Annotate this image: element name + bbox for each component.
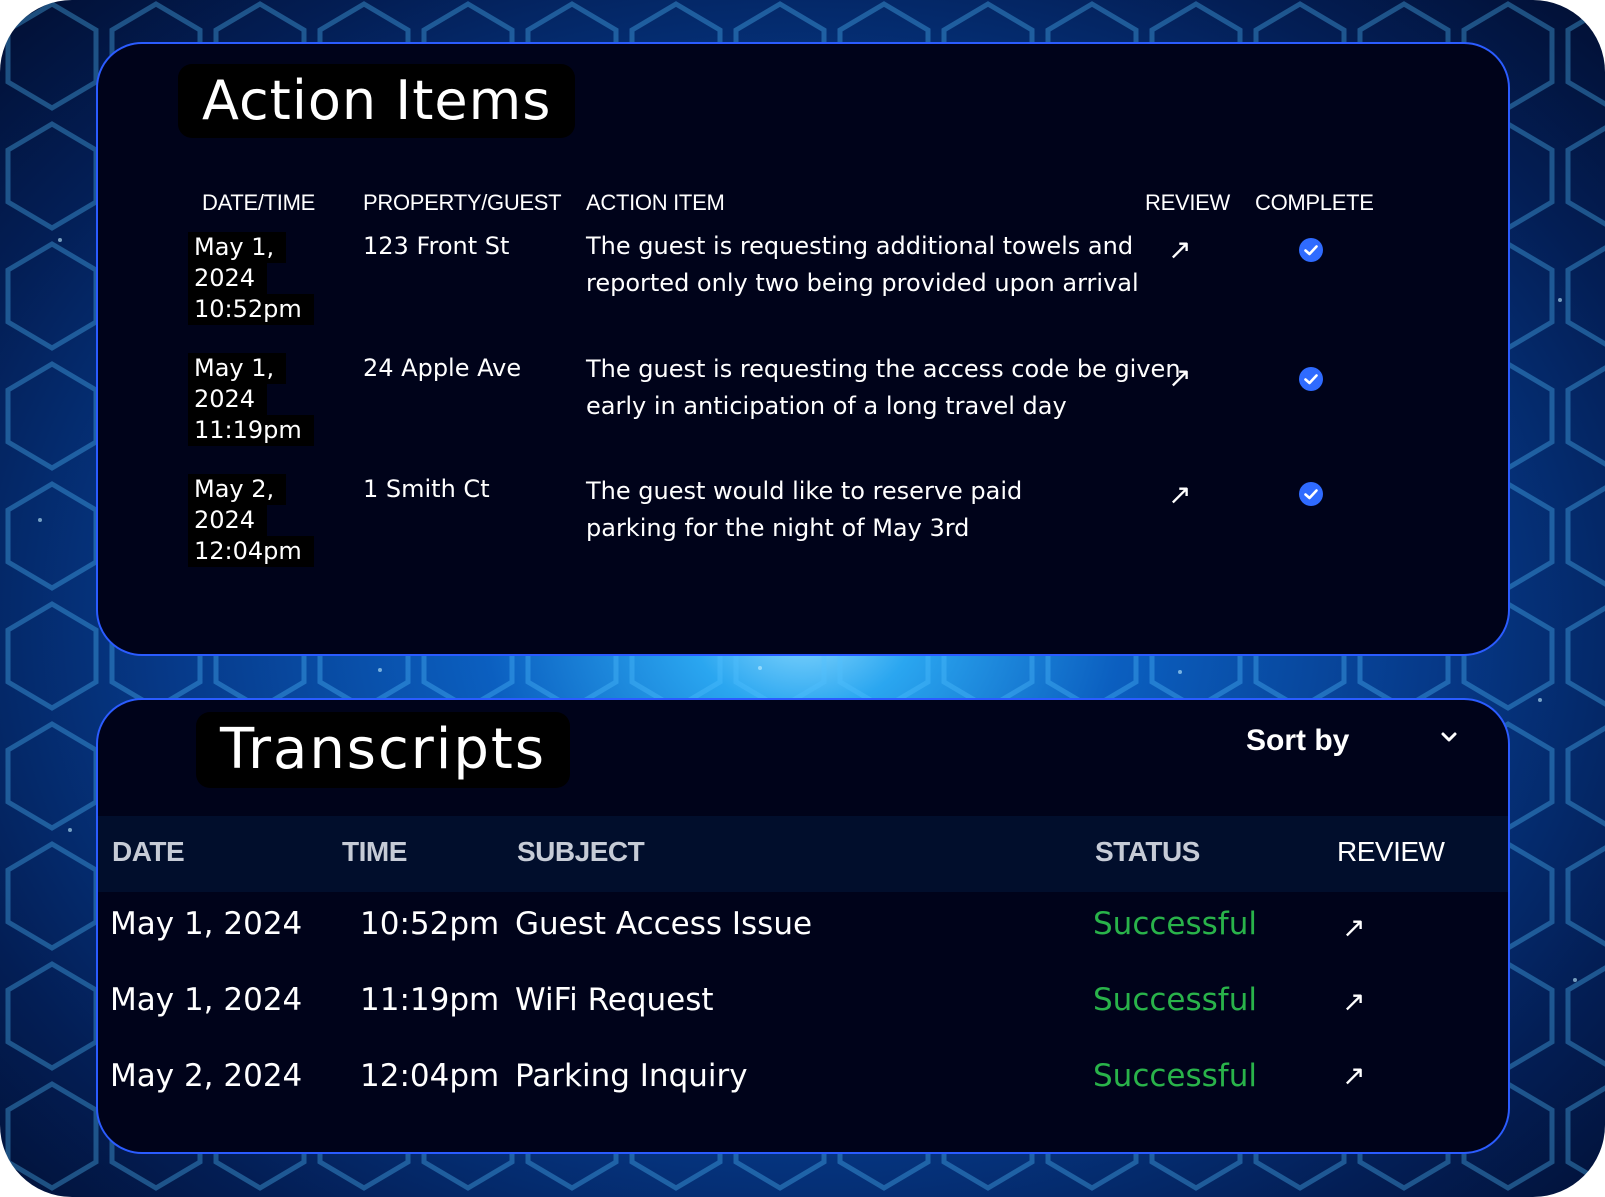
action-items-title: Action Items [178, 64, 576, 138]
column-header-property: PROPERTY/GUEST [363, 190, 562, 215]
action-item-year: 2024 [188, 384, 268, 415]
table-row[interactable]: May 1, 2024 10:52pm Guest Access Issue S… [98, 892, 1508, 968]
sort-by-dropdown[interactable]: Sort by [1246, 724, 1349, 758]
transcript-time: 10:52pm [360, 906, 500, 942]
action-item-datetime: May 1, 2024 11:19pm [188, 353, 314, 446]
arrow-up-right-icon[interactable]: ↗ [1168, 481, 1191, 509]
action-item-description-line: reported only two being provided upon ar… [586, 269, 1139, 297]
action-item-description: The guest is requesting the access code … [586, 351, 1181, 425]
arrow-up-right-icon[interactable]: ↗ [1168, 364, 1191, 392]
column-header-review: REVIEW [1145, 190, 1230, 215]
check-circle-icon[interactable] [1299, 482, 1323, 506]
transcript-date: May 2, 2024 [110, 1058, 303, 1094]
check-circle-icon[interactable] [1299, 367, 1323, 391]
action-items-panel: Action Items DATE/TIME PROPERTY/GUEST AC… [96, 42, 1510, 656]
action-item-description-line: early in anticipation of a long travel d… [586, 392, 1067, 420]
action-item-property: 123 Front St [363, 232, 510, 260]
table-row[interactable]: May 2, 2024 12:04pm Parking Inquiry Succ… [98, 1044, 1508, 1120]
check-circle-icon[interactable] [1299, 238, 1323, 262]
action-item-time: 12:04pm [188, 536, 314, 567]
table-row[interactable]: May 1, 2024 11:19pm WiFi Request Success… [98, 968, 1508, 1044]
transcript-time: 11:19pm [360, 982, 500, 1018]
transcripts-title: Transcripts [196, 712, 571, 788]
action-item-datetime: May 1, 2024 10:52pm [188, 232, 314, 325]
column-header-review: REVIEW [1337, 836, 1445, 867]
status-badge: Successful [1093, 1058, 1257, 1094]
action-item-date: May 1, [188, 232, 287, 263]
column-header-action-item: ACTION ITEM [586, 190, 725, 215]
column-header-complete: COMPLETE [1255, 190, 1374, 215]
arrow-up-right-icon[interactable]: ↗ [1342, 988, 1365, 1016]
action-item-year: 2024 [188, 263, 268, 294]
transcript-date: May 1, 2024 [110, 906, 303, 942]
status-badge: Successful [1093, 906, 1257, 942]
transcript-date: May 1, 2024 [110, 982, 303, 1018]
transcript-subject: Parking Inquiry [515, 1058, 748, 1094]
action-item-description-line: The guest would like to reserve paid [586, 477, 1023, 505]
column-header-subject: SUBJECT [517, 836, 645, 867]
action-item-date: May 1, [188, 353, 287, 384]
action-item-description: The guest would like to reserve paid par… [586, 473, 1022, 547]
action-item-property: 1 Smith Ct [363, 475, 490, 503]
column-header-time: TIME [342, 836, 407, 867]
action-item-description-line: parking for the night of May 3rd [586, 514, 970, 542]
action-item-description-line: The guest is requesting the access code … [586, 355, 1181, 383]
chevron-down-icon[interactable] [1439, 730, 1459, 744]
arrow-up-right-icon[interactable]: ↗ [1342, 1062, 1365, 1090]
action-item-date: May 2, [188, 474, 287, 505]
transcript-time: 12:04pm [360, 1058, 500, 1094]
column-header-status: STATUS [1095, 836, 1200, 867]
action-item-description: The guest is requesting additional towel… [586, 228, 1139, 302]
action-item-description-line: The guest is requesting additional towel… [586, 232, 1134, 260]
status-badge: Successful [1093, 982, 1257, 1018]
transcripts-panel: Transcripts Sort by DATE TIME SUBJECT ST… [96, 698, 1510, 1154]
transcripts-table-header: DATE TIME SUBJECT STATUS REVIEW [98, 816, 1508, 892]
transcript-subject: Guest Access Issue [515, 906, 813, 942]
action-item-property: 24 Apple Ave [363, 354, 522, 382]
action-item-year: 2024 [188, 505, 268, 536]
arrow-up-right-icon[interactable]: ↗ [1168, 236, 1191, 264]
column-header-date: DATE [112, 836, 185, 867]
transcript-subject: WiFi Request [515, 982, 714, 1018]
action-item-time: 11:19pm [188, 415, 314, 446]
column-header-datetime: DATE/TIME [202, 190, 316, 215]
action-item-time: 10:52pm [188, 294, 314, 325]
arrow-up-right-icon[interactable]: ↗ [1342, 914, 1365, 942]
action-item-datetime: May 2, 2024 12:04pm [188, 474, 314, 567]
